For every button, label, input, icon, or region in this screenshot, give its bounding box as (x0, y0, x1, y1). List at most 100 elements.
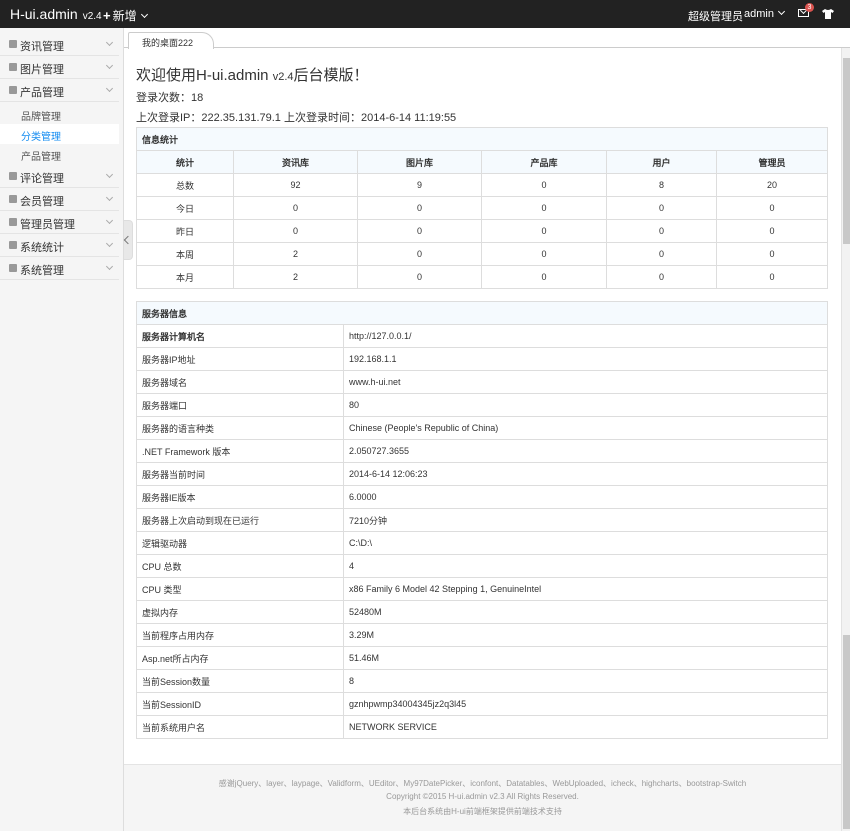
server-info-table: 服务器信息 服务器计算机名 http://127.0.0.1/服务器IP地址 192… (135, 301, 829, 739)
server-info-value: Chinese (People's Republic of China) (342, 416, 829, 440)
table-cell: 0 (481, 196, 607, 220)
server-info-value: x86 Family 6 Model 42 Stepping 1, Genuin… (342, 577, 829, 601)
table-row: 当前程序占用内存 3.29M (136, 623, 829, 647)
server-info-value: 6.0000 (342, 485, 829, 509)
table-cell: 0 (481, 242, 607, 266)
table-cell: 8 (606, 173, 717, 197)
sidebar-item-label: 产品管理 (20, 87, 64, 99)
page-title: 欢迎使用H-ui.admin v2.4后台模版！ (136, 64, 369, 85)
message-badge: 3 (805, 3, 814, 12)
sidebar-item-label: 会员管理 (20, 196, 64, 208)
server-body: 服务器计算机名 http://127.0.0.1/服务器IP地址 192.168.1… (136, 324, 829, 739)
chevron-down-icon (777, 7, 786, 16)
sidebar-collapse-handle[interactable] (124, 220, 133, 260)
stats-header-row: 统计 资讯库 图片库 产品库 用户 管理员 (136, 150, 829, 174)
table-cell: 0 (357, 265, 482, 289)
table-cell: 总数 (136, 173, 234, 197)
table-cell: 0 (481, 219, 607, 243)
server-info-value: 4 (342, 554, 829, 578)
plus-icon: + (103, 8, 111, 23)
member-icon (9, 195, 17, 203)
user-dropdown[interactable]: admin (744, 7, 786, 20)
sidebar-item-stats[interactable]: 系统统计 (0, 234, 119, 257)
server-info-key: 当前Session数量 (136, 669, 344, 693)
add-new-label: 新增 (112, 9, 137, 23)
table-header: 统计 (136, 150, 234, 174)
footer-copyright: Copyright ©2015 H-ui.admin v2.3 All Righ… (386, 792, 579, 801)
chevron-down-icon (105, 262, 114, 271)
table-row: Asp.net所占内存 51.46M (136, 646, 829, 670)
table-row: 总数 92 9 0 8 20 (136, 173, 829, 197)
login-count: 登录次数：18 (136, 92, 204, 104)
server-info-value: www.h-ui.net (342, 370, 829, 394)
sidebar-subitem-category[interactable]: 分类管理 (0, 124, 119, 144)
table-cell: 0 (357, 242, 482, 266)
server-info-key: 服务器端口 (136, 393, 344, 417)
logo[interactable]: H-ui.admin v2.4 (10, 6, 102, 22)
table-cell: 0 (233, 219, 358, 243)
sidebar-item-label: 评论管理 (20, 173, 64, 185)
table-row: 虚拟内存 52480M (136, 600, 829, 624)
table-row: 服务器上次启动到现在已运行 7210分钟 (136, 508, 829, 532)
table-cell: 2 (233, 265, 358, 289)
table-cell: 0 (357, 219, 482, 243)
sidebar-item-admins[interactable]: 管理员管理 (0, 211, 119, 234)
footer-support: 本后台系统由H-ui前端框架提供前端技术支持 (403, 807, 562, 816)
sidebar-item-members[interactable]: 会员管理 (0, 188, 119, 211)
footer-credits: 感谢jQuery、layer、laypage、Validform、UEditor… (218, 779, 747, 788)
server-info-value: 80 (342, 393, 829, 417)
user-name: admin (744, 8, 774, 20)
sidebar-subitem-label: 分类管理 (21, 132, 61, 143)
sidebar-item-system[interactable]: 系统管理 (0, 257, 119, 280)
table-cell: 0 (481, 173, 607, 197)
table-row: 当前系统用户名 NETWORK SERVICE (136, 715, 829, 739)
scrollbar-thumb[interactable] (843, 58, 850, 244)
sidebar-item-label: 图片管理 (20, 64, 64, 76)
server-info-key: 虚拟内存 (136, 600, 344, 624)
news-icon (9, 40, 17, 48)
server-caption: 服务器信息 (135, 301, 829, 325)
table-header: 资讯库 (233, 150, 358, 174)
server-info-value: 3.29M (342, 623, 829, 647)
last-login-info: 上次登录IP：222.35.131.79.1 上次登录时间：2014-6-14 … (136, 112, 457, 124)
table-cell: 2 (233, 242, 358, 266)
server-info-key: 服务器域名 (136, 370, 344, 394)
server-info-key: 服务器的语言种类 (136, 416, 344, 440)
sidebar-item-products[interactable]: 产品管理 (0, 79, 119, 102)
sidebar-item-label: 资讯管理 (20, 41, 64, 53)
table-cell: 0 (606, 219, 717, 243)
chevron-down-icon (105, 216, 114, 225)
table-cell: 昨日 (136, 219, 234, 243)
server-info-key: 服务器上次启动到现在已运行 (136, 508, 344, 532)
chevron-down-icon (105, 170, 114, 179)
chevron-down-icon (105, 38, 114, 47)
tab-my-desktop[interactable]: 我的桌面222 (128, 32, 214, 49)
table-cell: 0 (606, 242, 717, 266)
skin-shirt-icon[interactable] (822, 9, 834, 19)
stats-icon (9, 241, 17, 249)
role-label: 超级管理员 (688, 11, 743, 23)
vertical-scrollbar[interactable] (841, 48, 850, 831)
table-header: 管理员 (715, 150, 829, 174)
server-info-value: 2.050727.3655 (342, 439, 829, 463)
sidebar-subitem-product[interactable]: 产品管理 (0, 144, 119, 164)
server-info-key: CPU 总数 (136, 554, 344, 578)
sidebar-item-comments[interactable]: 评论管理 (0, 165, 119, 188)
table-row: 今日 0 0 0 0 0 (136, 196, 829, 220)
table-cell: 0 (606, 265, 717, 289)
table-cell: 20 (715, 173, 829, 197)
server-info-value: 52480M (342, 600, 829, 624)
product-icon (9, 86, 17, 94)
table-cell: 0 (715, 242, 829, 266)
tab-label: 我的桌面222 (142, 38, 194, 48)
table-row: 昨日 0 0 0 0 0 (136, 219, 829, 243)
sidebar-item-news[interactable]: 资讯管理 (0, 33, 119, 56)
sidebar-subitem-brand[interactable]: 品牌管理 (0, 104, 119, 124)
sidebar-item-pictures[interactable]: 图片管理 (0, 56, 119, 79)
add-new-dropdown[interactable]: + 新增 (103, 7, 148, 24)
table-row: 当前Session数量 8 (136, 669, 829, 693)
table-row: 服务器的语言种类 Chinese (People's Republic of Ch… (136, 416, 829, 440)
sidebar-item-label: 系统管理 (20, 265, 64, 277)
server-info-key: 当前SessionID (136, 692, 344, 716)
welcome-suffix: 后台模版！ (293, 67, 369, 84)
